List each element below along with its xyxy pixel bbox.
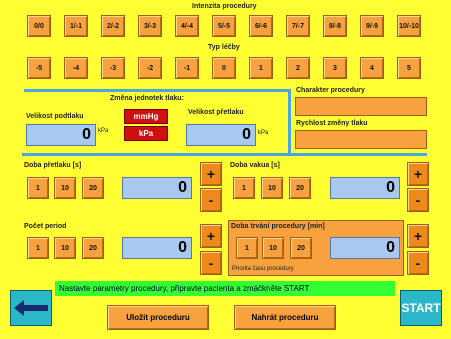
intensity-button-10[interactable]: 10/-10 [397, 15, 421, 37]
intensity-button-2[interactable]: 2/-2 [101, 15, 125, 37]
intensity-button-4[interactable]: 4/-4 [175, 15, 199, 37]
start-button[interactable]: START [400, 290, 442, 326]
therapy-type-button-6[interactable]: 1 [249, 57, 273, 79]
character-field[interactable] [295, 97, 427, 116]
separator-top [24, 89, 289, 92]
overpressure-label: Velikost přetlaku [188, 109, 244, 116]
vacuum-time-value-field[interactable]: 0 [330, 177, 400, 199]
periods-label: Počet period [24, 223, 67, 230]
overpressure-unit: kPa [258, 130, 269, 136]
periods-preset-20[interactable]: 20 [82, 237, 104, 259]
pressure-units-title: Změna jednotek tlaku: [110, 95, 184, 102]
back-button[interactable] [10, 290, 52, 326]
speed-label: Rychlost změny tlaku [296, 120, 368, 127]
overpressure-value-field[interactable]: 0 [186, 124, 256, 146]
therapy-type-button-4[interactable]: -1 [175, 57, 199, 79]
duration-label: Doba trvání procedury [min] [231, 223, 325, 230]
intensity-button-9[interactable]: 9/-9 [360, 15, 384, 37]
intensity-button-6[interactable]: 6/-6 [249, 15, 273, 37]
overpressure-time-plus-button[interactable]: + [200, 162, 222, 186]
character-label: Charakter procedury [296, 87, 365, 94]
overpressure-time-minus-button[interactable]: - [200, 188, 222, 212]
therapy-type-button-1[interactable]: -4 [64, 57, 88, 79]
overpressure-time-preset-10[interactable]: 10 [54, 177, 76, 199]
vacuum-time-preset-10[interactable]: 10 [261, 177, 283, 199]
therapy-type-title: Typ léčby [208, 44, 240, 51]
vacuum-time-minus-button[interactable]: - [407, 188, 429, 212]
intensity-button-0[interactable]: 0/0 [27, 15, 51, 37]
status-message: Nastavte parametry procedury, připravte … [55, 281, 395, 296]
arrow-left-icon [14, 300, 48, 316]
therapy-type-button-9[interactable]: 4 [360, 57, 384, 79]
therapy-type-button-5[interactable]: 0 [212, 57, 236, 79]
therapy-type-button-3[interactable]: -2 [138, 57, 162, 79]
vacuum-time-label: Doba vakua [s] [230, 162, 280, 169]
kpa-button[interactable]: kPa [124, 126, 168, 141]
duration-minus-button[interactable]: - [407, 251, 429, 275]
mmhg-button[interactable]: mmHg [124, 109, 168, 124]
separator-mid [22, 153, 427, 156]
intensity-button-7[interactable]: 7/-7 [286, 15, 310, 37]
overpressure-time-label: Doba přetlaku [s] [24, 162, 82, 169]
intensity-button-3[interactable]: 3/-3 [138, 15, 162, 37]
overpressure-time-preset-20[interactable]: 20 [82, 177, 104, 199]
duration-priority-note: Priorita času procedury [232, 266, 294, 272]
separator-vertical [288, 89, 291, 153]
underpressure-value-field[interactable]: 0 [26, 124, 96, 146]
vacuum-time-plus-button[interactable]: + [407, 162, 429, 186]
load-procedure-button[interactable]: Nahrát proceduru [234, 305, 336, 330]
intensity-button-1[interactable]: 1/-1 [64, 15, 88, 37]
therapy-type-button-10[interactable]: 5 [397, 57, 421, 79]
duration-preset-10[interactable]: 10 [262, 237, 284, 259]
therapy-type-button-8[interactable]: 3 [323, 57, 347, 79]
intensity-title: Intenzita procedury [192, 3, 257, 10]
duration-preset-1[interactable]: 1 [236, 237, 258, 259]
overpressure-time-preset-1[interactable]: 1 [27, 177, 49, 199]
vacuum-time-preset-1[interactable]: 1 [233, 177, 255, 199]
save-procedure-button[interactable]: Uložit proceduru [107, 305, 209, 330]
overpressure-time-value-field[interactable]: 0 [122, 177, 192, 199]
periods-plus-button[interactable]: + [200, 224, 222, 248]
intensity-button-8[interactable]: 8/-8 [323, 15, 347, 37]
therapy-type-button-7[interactable]: 2 [286, 57, 310, 79]
speed-field[interactable] [295, 130, 427, 149]
duration-plus-button[interactable]: + [407, 224, 429, 248]
vacuum-time-preset-20[interactable]: 20 [289, 177, 311, 199]
periods-minus-button[interactable]: - [200, 251, 222, 275]
periods-preset-1[interactable]: 1 [27, 237, 49, 259]
underpressure-label: Velikost podtlaku [26, 113, 84, 120]
periods-value-field[interactable]: 0 [122, 237, 192, 259]
underpressure-unit: kPa [98, 128, 109, 134]
duration-preset-20[interactable]: 20 [290, 237, 312, 259]
duration-value-field[interactable]: 0 [330, 237, 400, 259]
periods-preset-10[interactable]: 10 [54, 237, 76, 259]
intensity-button-5[interactable]: 5/-5 [212, 15, 236, 37]
therapy-type-button-0[interactable]: -5 [27, 57, 51, 79]
therapy-type-button-2[interactable]: -3 [101, 57, 125, 79]
